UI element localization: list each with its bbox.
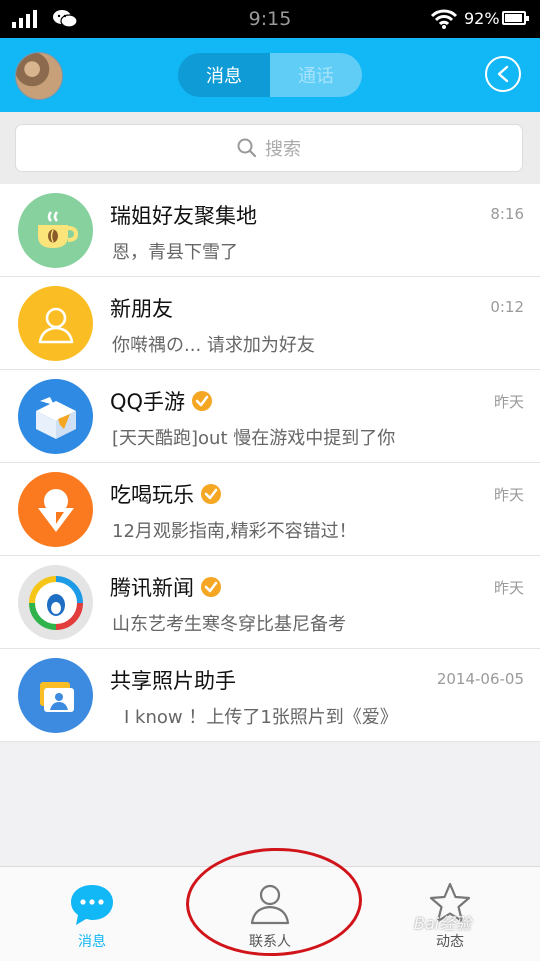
conversation-name: 新朋友 (110, 293, 173, 323)
message-time: 2014-06-05 (436, 670, 524, 688)
battery-icon (502, 11, 529, 25)
verified-badge-icon (201, 577, 221, 597)
conversation-row[interactable]: 吃喝玩乐 12月观影指南,精彩不容错过！ 昨天 (0, 463, 540, 556)
conversation-row[interactable]: 共享照片助手 I know ！上传了1张照片到《爱》 2014-06-05 (0, 649, 540, 742)
tab-messages[interactable]: 消息 (178, 53, 270, 97)
message-time: 8:16 (490, 205, 524, 223)
back-button[interactable] (485, 56, 521, 92)
message-time: 昨天 (493, 486, 524, 504)
conversation-name: 腾讯新闻 (110, 572, 222, 602)
name-text: 瑞姐好友聚集地 (110, 204, 257, 228)
search-placeholder: 搜索 (265, 139, 301, 160)
coffee-cup-icon (37, 210, 78, 248)
search-area: 搜索 (0, 112, 540, 184)
last-message: 山东艺考生寒冬穿比基尼备考 (112, 614, 346, 635)
status-bar: 9:15 92% (0, 0, 540, 38)
battery-percent: 92% (464, 9, 500, 28)
ice-cream-icon (37, 488, 74, 532)
conversation-name: QQ手游 (110, 386, 213, 416)
clock: 9:15 (248, 8, 292, 30)
conversation-list: 瑞姐好友聚集地 恩，青县下雪了 8:16 新朋友 你啭禑の... 请求加为好友 … (0, 184, 540, 742)
verified-badge-icon (201, 484, 221, 504)
message-time: 昨天 (493, 393, 524, 411)
verified-badge-icon (192, 391, 213, 411)
top-header: 消息 通话 (0, 38, 540, 112)
last-message: I know ！上传了1张照片到《爱》 (124, 707, 398, 728)
tab-calls[interactable]: 通话 (270, 53, 362, 97)
name-text: 新朋友 (110, 297, 173, 321)
name-text: QQ手游 (110, 390, 186, 414)
person-icon (38, 307, 73, 343)
wifi-icon (430, 9, 458, 29)
conversation-row[interactable]: 腾讯新闻 山东艺考生寒冬穿比基尼备考 昨天 (0, 556, 540, 649)
qq-games-avatar (18, 379, 93, 454)
chat-bubble-icon (71, 885, 113, 925)
tencent-news-avatar (18, 565, 93, 640)
conversation-name: 瑞姐好友聚集地 (110, 200, 257, 230)
nav-moments-label: 动态 (436, 934, 464, 950)
watermark: Bai经验 (414, 914, 472, 933)
search-box[interactable]: 搜索 (15, 124, 523, 172)
new-friend-avatar (18, 286, 93, 361)
photo-assistant-avatar (18, 658, 93, 733)
food-fun-avatar (18, 472, 93, 547)
news-penguin-icon (28, 575, 83, 630)
group-avatar (18, 193, 93, 268)
search-icon (237, 138, 257, 158)
last-message: 你啭禑の... 请求加为好友 (112, 335, 315, 356)
conversation-row[interactable]: 瑞姐好友聚集地 恩，青县下雪了 8:16 (0, 184, 540, 277)
conversation-row[interactable]: QQ手游 [天天酷跑]out 慢在游戏中提到了你 昨天 (0, 370, 540, 463)
last-message: [天天酷跑]out 慢在游戏中提到了你 (112, 428, 396, 449)
profile-avatar[interactable] (15, 52, 63, 100)
conversation-name: 共享照片助手 (110, 665, 236, 695)
last-message: 恩，青县下雪了 (112, 242, 238, 263)
name-text: 腾讯新闻 (110, 576, 194, 600)
last-message: 12月观影指南,精彩不容错过！ (112, 521, 357, 542)
name-text: 吃喝玩乐 (110, 483, 194, 507)
message-call-switch: 消息 通话 (178, 53, 362, 97)
photo-icon (39, 681, 74, 712)
conversation-name: 吃喝玩乐 (110, 479, 222, 509)
message-time: 昨天 (493, 579, 524, 597)
conversation-row[interactable]: 新朋友 你啭禑の... 请求加为好友 0:12 (0, 277, 540, 370)
nav-messages-label: 消息 (78, 934, 106, 950)
name-text: 共享照片助手 (110, 669, 236, 693)
chevron-left-icon (497, 65, 509, 83)
message-time: 0:12 (490, 298, 524, 316)
nav-messages[interactable]: 消息 (42, 867, 142, 961)
gift-box-icon (35, 396, 76, 439)
